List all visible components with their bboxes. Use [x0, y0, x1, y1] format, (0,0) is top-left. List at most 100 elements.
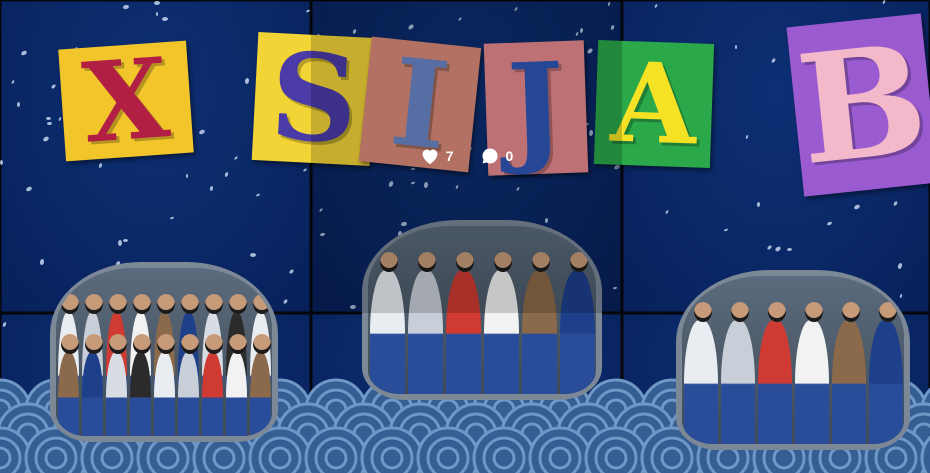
person-head [205, 334, 223, 354]
comments-count: 0 [480, 146, 514, 166]
cutout-letter: B [786, 11, 930, 199]
snowflake [882, 0, 886, 5]
cutout-letter-glyph: A [609, 37, 622, 170]
snowflake [506, 109, 512, 113]
snowflake [498, 91, 503, 98]
snowflake [586, 47, 594, 55]
snowflake [169, 216, 175, 220]
snowflake [431, 81, 437, 89]
person-head [133, 334, 151, 354]
snowflake [723, 228, 729, 232]
cutout-letter-glyph: S [311, 25, 361, 172]
person-head [181, 294, 199, 313]
person-figure [226, 352, 247, 436]
snowflake [551, 46, 559, 54]
snowflake [406, 124, 413, 129]
snowflake [558, 131, 566, 139]
snowflake [611, 49, 617, 57]
person-figure [446, 313, 481, 394]
snowflake [244, 77, 250, 85]
group-photo-sticker [362, 313, 602, 400]
scene-fragment: XSIJAB [622, 0, 930, 313]
snowflake [358, 82, 364, 86]
person-figure [446, 270, 481, 313]
snowflake [397, 230, 403, 238]
person-head [730, 302, 749, 313]
post-tile[interactable]: XSIJAB [622, 313, 930, 473]
post-tile[interactable]: XSIJAB [0, 0, 311, 313]
heart-icon [422, 149, 438, 165]
snowflake [155, 11, 159, 17]
snowflake [417, 243, 424, 248]
snowflake [122, 4, 130, 10]
snowflake [588, 129, 594, 137]
likes-count: 7 [420, 146, 454, 166]
snowflake [584, 122, 590, 126]
scene-fragment: XSIJAB [0, 313, 311, 473]
cutout-letter-glyph: A [622, 37, 699, 170]
person-head [532, 252, 550, 272]
post-tile-hovered[interactable]: XSIJAB 7 0 [311, 0, 622, 313]
snowflake [45, 116, 52, 121]
snowflake [2, 321, 7, 328]
snowflake [233, 155, 239, 161]
snowflake [756, 201, 761, 208]
person-head [878, 302, 897, 313]
snowflake [282, 298, 289, 305]
person-figure [484, 313, 519, 394]
snowflake [318, 207, 324, 213]
comments-count-value: 0 [505, 148, 514, 164]
post-tile[interactable]: XSIJAB [311, 313, 622, 473]
snowflake [604, 129, 612, 135]
person-figure [58, 352, 79, 436]
snowflake [607, 1, 611, 7]
snowflake [489, 139, 495, 143]
person-figure [250, 352, 271, 436]
snowflake [892, 200, 899, 207]
person-head [109, 334, 127, 354]
snowflake [766, 244, 773, 251]
snowflake [514, 6, 518, 12]
comment-bubble-icon [481, 148, 498, 164]
snowflake [665, 209, 669, 215]
person-figure [370, 313, 405, 394]
post-tile[interactable]: XSIJAB [622, 0, 930, 313]
cutout-letter-glyph: S [267, 25, 311, 172]
snowflake [467, 250, 474, 255]
snowflake [774, 245, 782, 253]
snowflake [325, 115, 331, 119]
person-head [61, 334, 79, 354]
snowflake [198, 128, 206, 136]
person-head [229, 294, 247, 313]
snowflake [429, 50, 434, 57]
person-figure [202, 352, 223, 436]
person-head [380, 252, 398, 272]
snowflake [786, 247, 793, 252]
person-figure [832, 320, 866, 444]
snowflake [50, 83, 57, 90]
group-photo [56, 313, 272, 436]
snowflake [0, 160, 3, 165]
group-photo [368, 226, 596, 313]
snowflake [770, 57, 777, 64]
snowflake [516, 186, 520, 192]
person-head [767, 302, 786, 313]
snowflake [407, 23, 415, 31]
scene-fragment: XSIJAB [311, 313, 622, 473]
person-head [570, 252, 588, 272]
person-figure [758, 320, 792, 444]
snowflake [546, 135, 552, 139]
snowflake [349, 304, 357, 310]
snowflake [612, 286, 618, 290]
snowflake [406, 275, 413, 282]
snowflake [58, 116, 62, 122]
person-head [85, 334, 103, 354]
person-figure [795, 320, 829, 444]
group-photo [368, 313, 596, 394]
person-figure [130, 352, 151, 436]
snowflake [11, 79, 15, 85]
person-figure [869, 320, 903, 444]
person-head [181, 334, 199, 354]
snowflake [39, 258, 45, 266]
post-tile[interactable]: XSIJAB [0, 313, 311, 473]
